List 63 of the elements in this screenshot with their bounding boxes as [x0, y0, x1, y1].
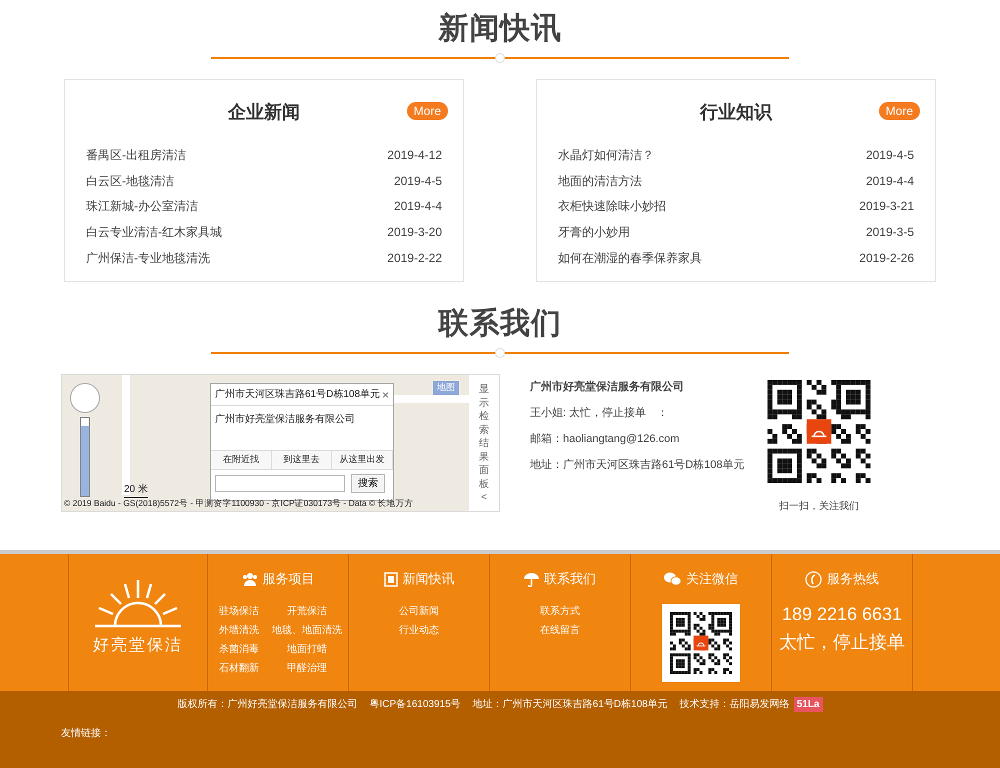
support-text: 技术支持：岳阳易发网络	[680, 698, 790, 712]
footer-column-title: 关注微信	[686, 570, 738, 588]
contact-person: 王小姐: 太忙，停止接单 ：	[530, 406, 670, 420]
news-date: 2019-4-5	[866, 146, 914, 164]
news-link[interactable]: 牙膏的小妙用	[558, 222, 630, 241]
news-date: 2019-3-21	[859, 198, 914, 216]
email-text: 邮箱：haoliangtang@126.com	[530, 432, 680, 446]
chat-bubbles-icon	[664, 572, 681, 586]
news-link[interactable]: 珠江新城-办公室清洁	[86, 197, 198, 216]
pan-control-icon	[70, 383, 100, 413]
news-date: 2019-4-5	[394, 172, 442, 190]
address-text: 地址：广州市天河区珠吉路61号D栋108单元	[472, 698, 668, 712]
popup-text: 广州市好亮堂保洁服务有限公司	[214, 412, 356, 427]
hotline-note: 太忙，停止接单	[779, 631, 905, 654]
search-button[interactable]: 搜索	[351, 474, 385, 493]
hotline-number: 189 2216 6631	[782, 603, 902, 626]
results-panel-toggle[interactable]: 显示检索结果面板<	[469, 375, 499, 511]
popup-tab[interactable]: 到这里去	[272, 451, 332, 469]
qr-code-icon	[767, 380, 871, 483]
section-title: 新闻快讯	[438, 11, 562, 47]
section-title: 联系我们	[438, 306, 562, 342]
popup-tab[interactable]: 从这里出发	[332, 451, 394, 469]
newspaper-icon	[384, 572, 398, 586]
card-title: 企业新闻	[228, 100, 300, 124]
qr-code-icon	[670, 612, 732, 674]
footer-column-title: 新闻快讯	[402, 570, 454, 588]
phone-icon	[805, 570, 822, 588]
footer-column-title: 服务热线	[827, 570, 879, 588]
scale-label: 20 米	[124, 482, 148, 498]
umbrella-icon	[524, 572, 539, 586]
news-date: 2019-2-26	[859, 250, 914, 267]
popup-title: 广州市天河区珠吉路61号D栋108单元	[215, 388, 380, 402]
search-field[interactable]	[215, 475, 345, 492]
news-link[interactable]: 广州保洁-专业地毯清洗	[86, 248, 210, 267]
news-link[interactable]: 番禺区-出租房清洁	[86, 146, 186, 164]
stats-badge[interactable]: 51La	[794, 697, 822, 712]
footer-column-title: 服务项目	[262, 570, 314, 588]
qr-caption: 扫一扫，关注我们	[779, 500, 859, 514]
company-name: 广州市好亮堂保洁服务有限公司	[530, 380, 685, 394]
footer-column-title: 联系我们	[544, 570, 596, 588]
logo-text: 好亮堂保洁	[93, 636, 183, 656]
news-date: 2019-3-20	[387, 224, 442, 241]
news-date: 2019-4-12	[387, 146, 442, 164]
map-copyright: © 2019 Baidu - GS(2018)5572号 - 甲测资字1100930 - 京ICP证030173号 - Data © 长地万方	[64, 497, 414, 510]
friend-links-label: 友情链接：	[61, 726, 112, 741]
close-button[interactable]: ×	[382, 388, 389, 402]
news-link[interactable]: 白云区-地毯清洁	[86, 172, 174, 190]
popup-tab[interactable]: 在附近找	[211, 451, 272, 469]
news-date: 2019-4-4	[866, 172, 914, 190]
news-link[interactable]: 如何在潮湿的春季保养家具	[558, 248, 702, 267]
news-link[interactable]: 地面的清洁方法	[558, 172, 642, 190]
copyright-text: 版权所有：广州好亮堂保洁服务有限公司	[178, 698, 358, 712]
news-link[interactable]: 衣柜快速除味小妙招	[558, 197, 666, 216]
card-title: 行业知识	[700, 100, 772, 124]
news-date: 2019-3-5	[866, 224, 914, 241]
address-text: 地址：广州市天河区珠吉路61号D栋108单元	[530, 458, 746, 472]
icp-text: 粤ICP备16103915号	[370, 698, 461, 712]
news-date: 2019-2-22	[387, 250, 442, 267]
news-date: 2019-4-4	[394, 198, 442, 216]
news-link[interactable]: 白云专业清洁-红木家具城	[86, 222, 222, 241]
zoom-slider[interactable]	[80, 417, 90, 497]
people-icon	[242, 572, 258, 586]
news-link[interactable]: 水晶灯如何清洁？	[558, 146, 654, 164]
